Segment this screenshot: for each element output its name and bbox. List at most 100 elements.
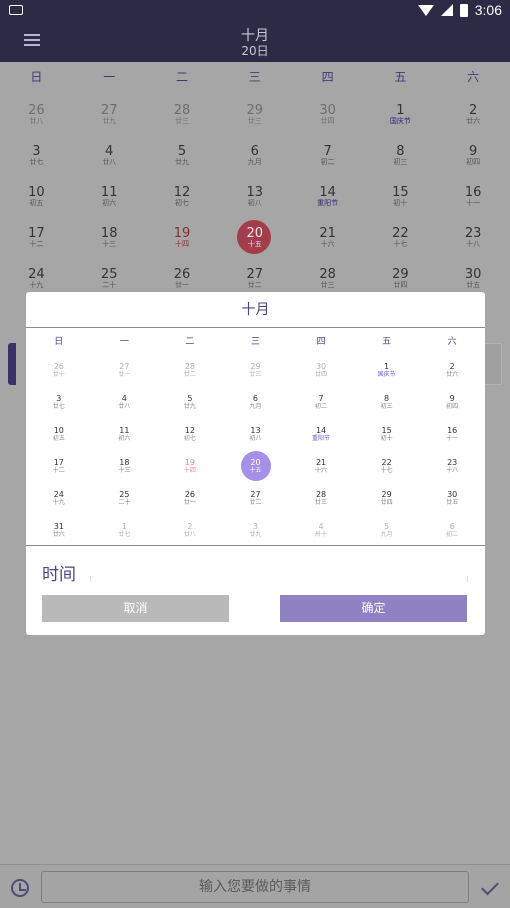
calendar-day[interactable]: 22 十七 bbox=[354, 449, 420, 481]
header-day: 20日 bbox=[241, 44, 269, 58]
calendar-day[interactable]: 7 初二 bbox=[288, 385, 354, 417]
lunar-label: 廿三 bbox=[320, 281, 335, 289]
calendar-day[interactable]: 21 十六 bbox=[288, 449, 354, 481]
calendar-day[interactable]: 18 十三 bbox=[92, 449, 158, 481]
day-number: 12 bbox=[184, 426, 195, 435]
day-number: 26 bbox=[28, 103, 45, 118]
lunar-label: 初五 bbox=[52, 435, 65, 442]
calendar-day[interactable]: 27 廿一 bbox=[92, 353, 158, 385]
calendar-day: 5 廿九 bbox=[146, 131, 219, 172]
calendar-day[interactable]: 4 卅十 bbox=[288, 513, 354, 545]
calendar-day: 15 初十 bbox=[364, 172, 437, 213]
side-tab bbox=[8, 343, 16, 385]
day-number: 27 bbox=[100, 103, 118, 118]
calendar-day: 17 十二 bbox=[0, 213, 73, 254]
calendar-day: 28 廿三 bbox=[146, 90, 219, 131]
calendar-day[interactable]: 10 初五 bbox=[26, 417, 92, 449]
day-number: 30 bbox=[447, 490, 458, 499]
confirm-button[interactable]: 确定 bbox=[280, 595, 467, 622]
keyboard-icon bbox=[9, 5, 23, 15]
calendar-day: 9 初四 bbox=[437, 131, 510, 172]
calendar-day[interactable]: 24 十九 bbox=[26, 481, 92, 513]
calendar-day[interactable]: 6 九月 bbox=[223, 385, 289, 417]
day-number: 10 bbox=[28, 185, 45, 200]
weekday-label: 日 bbox=[54, 337, 64, 347]
day-number: 2 bbox=[449, 362, 455, 371]
calendar-day[interactable]: 16 十一 bbox=[419, 417, 485, 449]
day-number: 29 bbox=[381, 490, 392, 499]
calendar-day[interactable]: 13 初八 bbox=[223, 417, 289, 449]
lunar-label: 重阳节 bbox=[312, 435, 331, 442]
calendar-day-selected[interactable]: 20 十五 bbox=[223, 449, 289, 481]
lunar-label: 廿一 bbox=[183, 499, 196, 506]
calendar-day[interactable]: 2 廿八 bbox=[157, 513, 223, 545]
task-input[interactable]: 输入您要做的事情 bbox=[41, 871, 469, 903]
lunar-label: 十一 bbox=[466, 199, 481, 207]
day-number: 25 bbox=[119, 490, 130, 499]
calendar-day[interactable]: 26 廿一 bbox=[157, 481, 223, 513]
calendar-day[interactable]: 23 十八 bbox=[419, 449, 485, 481]
lunar-label: 初五 bbox=[29, 199, 44, 207]
lunar-label: 廿二 bbox=[247, 281, 262, 289]
lunar-label: 十九 bbox=[52, 499, 65, 506]
day-number: 22 bbox=[392, 226, 409, 241]
day-number: 2 bbox=[187, 522, 193, 531]
calendar-day: 16 十一 bbox=[437, 172, 510, 213]
lunar-label: 初三 bbox=[380, 403, 393, 410]
calendar-day[interactable]: 28 廿三 bbox=[288, 481, 354, 513]
calendar-day[interactable]: 6 初二 bbox=[419, 513, 485, 545]
bottom-bar: 输入您要做的事情 bbox=[0, 864, 510, 908]
calendar-day[interactable]: 29 廿三 bbox=[223, 353, 289, 385]
calendar-day: 12 初七 bbox=[146, 172, 219, 213]
date-picker-dialog: 十月 日 一 二 三 四 五 六 26 廿十 27 廿一 28 廿二 29 廿三 30 廿四 1 国庆… bbox=[26, 292, 485, 635]
lunar-label: 廿九 bbox=[183, 403, 196, 410]
weekday-label: 五 bbox=[394, 69, 407, 84]
weekday-label: 三 bbox=[248, 69, 261, 84]
dialog-weekday-header: 日 一 二 三 四 五 六 bbox=[26, 328, 485, 353]
calendar-day[interactable]: 14 重阳节 bbox=[288, 417, 354, 449]
calendar-day[interactable]: 30 廿五 bbox=[419, 481, 485, 513]
calendar-day[interactable]: 2 廿六 bbox=[419, 353, 485, 385]
calendar-day[interactable]: 1 国庆节 bbox=[354, 353, 420, 385]
calendar-day[interactable]: 4 廿八 bbox=[92, 385, 158, 417]
calendar-day[interactable]: 8 初三 bbox=[354, 385, 420, 417]
alarm-icon[interactable] bbox=[11, 879, 29, 897]
lunar-label: 初三 bbox=[393, 158, 408, 166]
weekday-label: 日 bbox=[30, 69, 43, 84]
calendar-day[interactable]: 5 廿九 bbox=[157, 385, 223, 417]
weekday-label: 六 bbox=[447, 337, 457, 347]
calendar-day[interactable]: 1 廿七 bbox=[92, 513, 158, 545]
calendar-day[interactable]: 30 廿四 bbox=[288, 353, 354, 385]
calendar-day[interactable]: 3 廿九 bbox=[223, 513, 289, 545]
lunar-label: 廿四 bbox=[380, 499, 393, 506]
day-number: 19 bbox=[173, 226, 191, 241]
lunar-label: 廿七 bbox=[52, 403, 65, 410]
calendar-day: 2 廿六 bbox=[437, 90, 510, 131]
calendar-day: 30 廿五 bbox=[437, 254, 510, 295]
time-input[interactable] bbox=[90, 576, 468, 582]
background-calendar: 日 一 二 三 四 五 六 26 廿八 27 廿九 28 廿三 29 廿三 30 廿四 1 国庆节 2 廿… bbox=[0, 62, 510, 295]
calendar-day[interactable]: 3 廿七 bbox=[26, 385, 92, 417]
calendar-day[interactable]: 12 初七 bbox=[157, 417, 223, 449]
calendar-day[interactable]: 9 初四 bbox=[419, 385, 485, 417]
lunar-label: 二十 bbox=[118, 499, 131, 506]
calendar-day[interactable]: 11 初六 bbox=[92, 417, 158, 449]
calendar-day[interactable]: 28 廿二 bbox=[157, 353, 223, 385]
calendar-day: 25 二十 bbox=[73, 254, 146, 295]
calendar-day: 22 十七 bbox=[364, 213, 437, 254]
lunar-label: 十二 bbox=[52, 467, 65, 474]
cancel-button[interactable]: 取消 bbox=[42, 595, 229, 622]
check-icon[interactable] bbox=[481, 877, 499, 896]
status-time: 3:06 bbox=[474, 2, 502, 18]
calendar-day[interactable]: 5 九月 bbox=[354, 513, 420, 545]
calendar-day[interactable]: 31 廿六 bbox=[26, 513, 92, 545]
calendar-day[interactable]: 25 二十 bbox=[92, 481, 158, 513]
calendar-day[interactable]: 15 初十 bbox=[354, 417, 420, 449]
calendar-day: 27 廿九 bbox=[73, 90, 146, 131]
day-number: 20 bbox=[246, 226, 264, 241]
calendar-day[interactable]: 29 廿四 bbox=[354, 481, 420, 513]
calendar-day[interactable]: 27 廿二 bbox=[223, 481, 289, 513]
calendar-day[interactable]: 26 廿十 bbox=[26, 353, 92, 385]
calendar-day[interactable]: 17 十二 bbox=[26, 449, 92, 481]
calendar-day[interactable]: 19 十四 bbox=[157, 449, 223, 481]
